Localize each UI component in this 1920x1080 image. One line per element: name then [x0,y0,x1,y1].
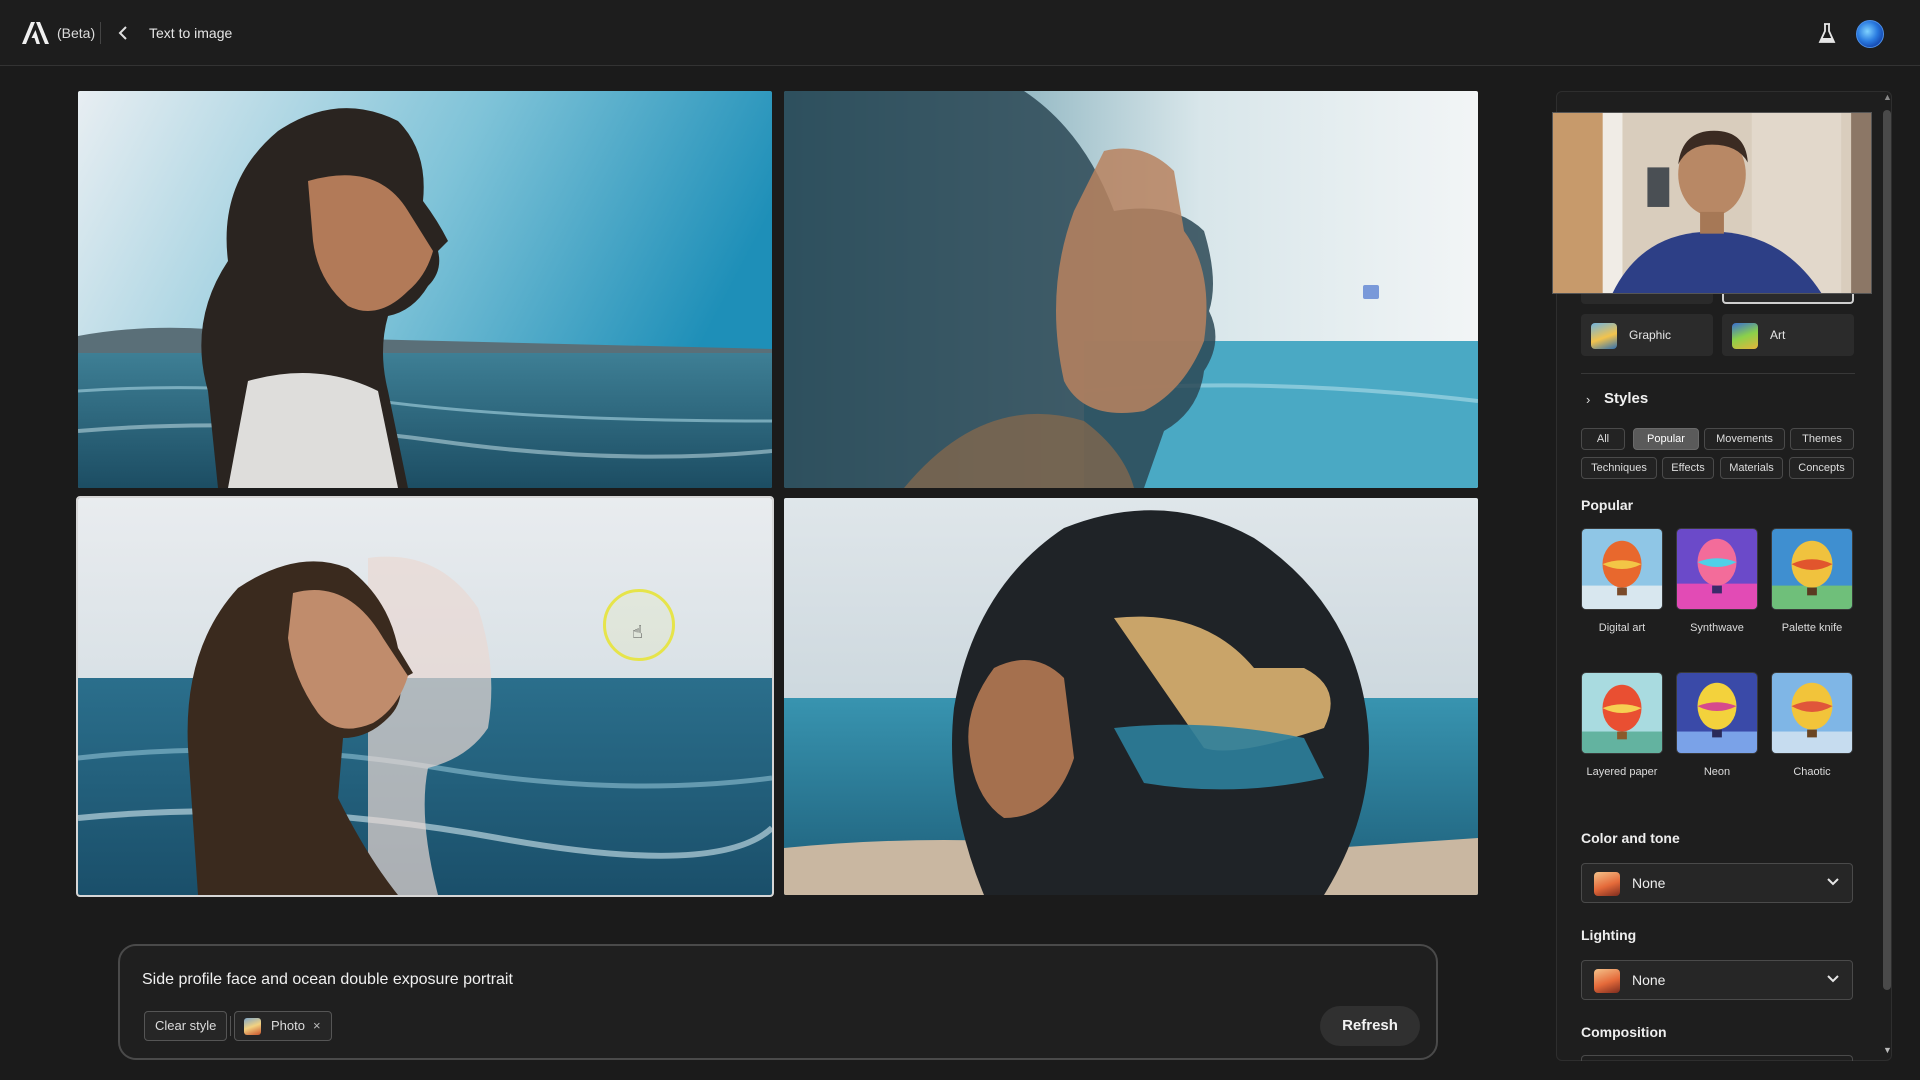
prompt-input[interactable]: Side profile face and ocean double expos… [142,971,513,989]
color-and-tone-select[interactable]: None [1581,863,1853,903]
filter-concepts[interactable]: Concepts [1789,457,1854,479]
content-type-label: Graphic [1629,328,1672,342]
style-digital-art[interactable]: Digital art [1581,528,1663,634]
result-image-1[interactable] [78,91,772,488]
graphic-thumbnail-icon [1591,323,1617,349]
composition-select[interactable] [1581,1055,1853,1061]
user-avatar[interactable] [1856,20,1884,48]
style-label: Palette knife [1781,622,1843,634]
color-tone-thumbnail-icon [1594,872,1620,896]
style-palette-knife[interactable]: Palette knife [1771,528,1853,634]
filter-effects[interactable]: Effects [1662,457,1714,479]
result-image-3[interactable] [76,496,774,897]
style-label: Synthwave [1690,622,1744,634]
hand-cursor-icon: ☝ [632,622,643,642]
style-label: Layered paper [1586,766,1658,778]
balloon-thumbnail [1771,528,1853,610]
filter-popular[interactable]: Popular [1633,428,1699,450]
style-synthwave[interactable]: Synthwave [1676,528,1758,634]
styles-heading[interactable]: Styles [1586,390,1648,407]
content-type-label: Art [1770,328,1786,342]
style-label: Neon [1703,766,1731,778]
header-divider [100,22,101,44]
style-layered-paper[interactable]: Layered paper [1581,672,1663,778]
filter-all[interactable]: All [1581,428,1625,450]
balloon-thumbnail [1676,672,1758,754]
color-and-tone-label: Color and tone [1581,830,1680,846]
style-neon[interactable]: Neon [1676,672,1758,778]
balloon-thumbnail [1676,528,1758,610]
result-image-2[interactable] [784,91,1478,488]
clear-style-button[interactable]: Clear style [144,1011,228,1041]
webcam-overlay [1552,112,1872,294]
styles-heading-label: Styles [1604,390,1649,407]
filter-techniques[interactable]: Techniques [1581,457,1657,479]
scroll-down-arrow-icon[interactable]: ▼ [1883,1045,1892,1055]
photo-style-icon [244,1018,261,1035]
style-chaotic[interactable]: Chaotic [1771,672,1853,778]
result-image-4[interactable] [784,498,1478,895]
lighting-label: Lighting [1581,927,1637,943]
balloon-thumbnail [1771,672,1853,754]
chevron-left-icon[interactable] [116,24,132,42]
select-value: None [1632,972,1666,988]
select-value: None [1632,875,1666,891]
flask-icon[interactable] [1818,23,1836,44]
content-type-art[interactable]: Art [1722,314,1854,356]
prompt-panel: Side profile face and ocean double expos… [118,944,1438,1060]
balloon-thumbnail [1581,528,1663,610]
art-thumbnail-icon [1732,323,1758,349]
applied-style-label: Photo [271,1018,305,1033]
chip-divider [230,1016,231,1036]
beta-label: (Beta) [57,25,96,41]
filter-movements[interactable]: Movements [1704,428,1785,450]
lighting-select[interactable]: None [1581,960,1853,1000]
section-divider [1581,373,1855,374]
chevron-down-icon [1827,975,1839,983]
page-title: Text to image [149,25,233,41]
composition-label: Composition [1581,1024,1667,1040]
top-bar: (Beta) Text to image [0,0,1920,66]
content-type-graphic[interactable]: Graphic [1581,314,1713,356]
popular-section-label: Popular [1581,497,1634,513]
filter-themes[interactable]: Themes [1790,428,1854,450]
balloon-thumbnail [1581,672,1663,754]
adobe-logo-icon[interactable] [22,22,49,44]
chevron-down-icon [1827,878,1839,886]
close-icon[interactable]: × [313,1018,321,1033]
panel-scrollbar[interactable] [1883,100,1891,1050]
applied-style-chip: Photo × [234,1011,332,1041]
refresh-button[interactable]: Refresh [1320,1006,1420,1046]
style-label: Digital art [1598,622,1646,634]
style-label: Chaotic [1793,766,1831,778]
scrollbar-thumb[interactable] [1883,110,1891,990]
lighting-thumbnail-icon [1594,969,1620,993]
filter-materials[interactable]: Materials [1720,457,1783,479]
